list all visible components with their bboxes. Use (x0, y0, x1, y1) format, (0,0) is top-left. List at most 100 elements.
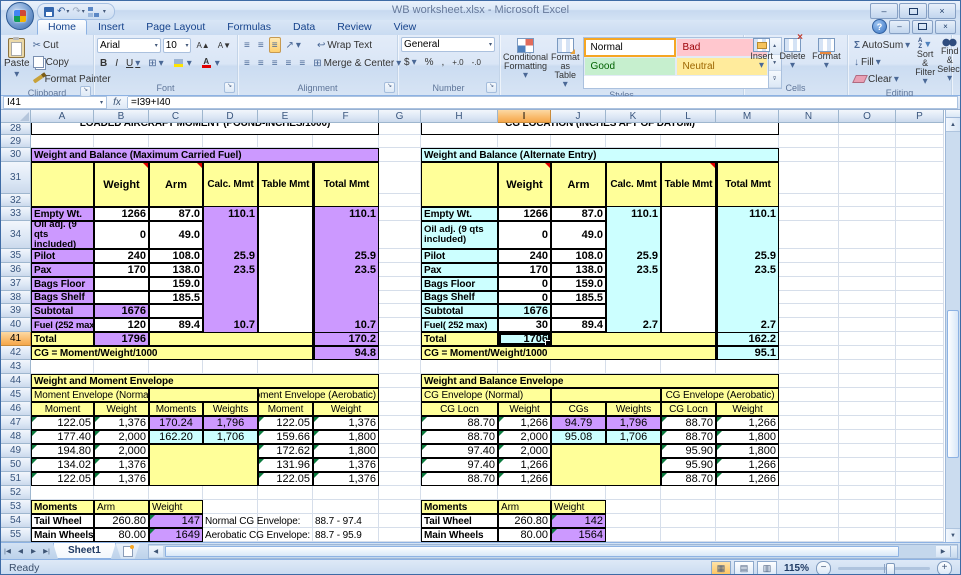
cell-L47[interactable]: 88.70 (661, 416, 716, 430)
wrap-text-button[interactable]: ↩Wrap Text (314, 37, 375, 53)
shrink-font-button[interactable]: A▼ (215, 37, 234, 53)
column-header-F[interactable]: F (313, 110, 379, 123)
cell-H44[interactable]: Weight and Balance Envelope (421, 374, 779, 388)
cell-E47[interactable]: 122.05 (258, 416, 313, 430)
cell-B41[interactable]: 1796 (94, 332, 149, 346)
cell-M36[interactable]: 23.5 (716, 263, 779, 277)
cell-I43[interactable] (498, 360, 551, 374)
cell-G34[interactable] (379, 221, 421, 249)
decrease-decimal-button[interactable]: -.0 (469, 54, 484, 70)
cell-C34[interactable]: 49.0 (149, 221, 203, 249)
percent-style-button[interactable]: % (422, 54, 437, 70)
cell-H39[interactable]: Subtotal (421, 304, 498, 318)
cell-P38[interactable] (896, 291, 944, 304)
decrease-indent-button[interactable]: ≡ (283, 55, 295, 71)
underline-button[interactable]: U▾ (123, 55, 143, 71)
middle-align-button[interactable]: ≡ (255, 37, 267, 53)
column-header-C[interactable]: C (149, 110, 203, 123)
cell-O34[interactable] (839, 221, 896, 249)
cell-M55[interactable] (716, 528, 779, 542)
cell-A42[interactable]: CG = Moment/Weight/1000 (31, 346, 313, 360)
cell-H40[interactable]: Fuel( 252 max) (421, 318, 498, 332)
cell-F31[interactable]: Total Mmt (313, 162, 379, 207)
cell-H35[interactable]: Pilot (421, 249, 498, 263)
cell-P34[interactable] (896, 221, 944, 249)
cell-F36[interactable]: 23.5 (313, 263, 379, 277)
cell-H28[interactable]: CG LOCATION (INCHES AFT OF DATUM) (421, 123, 779, 135)
cell-I54[interactable]: 260.80 (498, 514, 551, 528)
cell-N42[interactable] (779, 346, 839, 360)
horizontal-scroll-track[interactable] (163, 546, 936, 557)
cell-P28[interactable] (896, 123, 944, 135)
cell-F39[interactable] (313, 304, 379, 318)
cell-F37[interactable] (313, 277, 379, 291)
cell-P42[interactable] (896, 346, 944, 360)
cell-O41[interactable] (839, 332, 896, 346)
cell-D55[interactable]: Aerobatic CG Envelope: (203, 528, 313, 542)
horizontal-split-handle[interactable] (950, 546, 957, 557)
cell-F55[interactable]: 88.7 - 95.9 (313, 528, 379, 542)
cell-M47[interactable]: 1,266 (716, 416, 779, 430)
cell-I37[interactable]: 0 (498, 277, 551, 291)
cell-D37[interactable] (203, 277, 258, 291)
cell-N43[interactable] (779, 360, 839, 374)
cell-F52[interactable] (313, 486, 379, 500)
format-cells-button[interactable]: Format ▾ (812, 37, 841, 82)
row-header-51[interactable]: 51 (1, 472, 31, 486)
cell-N53[interactable] (779, 500, 839, 514)
cell-G45[interactable] (379, 388, 421, 402)
cell-P35[interactable] (896, 249, 944, 263)
cell-O54[interactable] (839, 514, 896, 528)
cell-C45[interactable] (149, 388, 258, 402)
cell-E31[interactable]: Table Mmt (258, 162, 313, 207)
cell-G51[interactable] (379, 472, 421, 486)
next-sheet-button[interactable]: ▶ (27, 545, 40, 558)
cell-A31[interactable] (31, 162, 94, 207)
cell-O38[interactable] (839, 291, 896, 304)
cell-C54[interactable]: 147 (149, 514, 203, 528)
cell-J31[interactable]: Arm (551, 162, 606, 207)
cell-L31[interactable]: Table Mmt (661, 162, 716, 207)
autosum-button[interactable]: ΣAutoSum▾ (851, 37, 913, 53)
cell-H41[interactable]: Total (421, 332, 498, 346)
column-header-M[interactable]: M (716, 110, 779, 123)
cell-B47[interactable]: 1,376 (94, 416, 149, 430)
cell-C38[interactable]: 185.5 (149, 291, 203, 304)
cell-J47[interactable]: 94.79 (551, 416, 606, 430)
cell-I29[interactable] (498, 135, 551, 148)
cell-F35[interactable]: 25.9 (313, 249, 379, 263)
cell-E40[interactable] (258, 318, 313, 332)
cell-H52[interactable] (421, 486, 498, 500)
cell-D54[interactable]: Normal CG Envelope: (203, 514, 313, 528)
cell-N44[interactable] (779, 374, 839, 388)
zoom-slider[interactable] (838, 567, 930, 570)
row-header-44[interactable]: 44 (1, 374, 31, 388)
cell-G48[interactable] (379, 430, 421, 444)
scroll-left-button[interactable]: ◀ (149, 546, 163, 557)
cell-E50[interactable]: 131.96 (258, 458, 313, 472)
cell-N31[interactable] (779, 162, 839, 194)
vertical-scroll-thumb[interactable] (947, 310, 959, 458)
cell-O48[interactable] (839, 430, 896, 444)
column-header-H[interactable]: H (421, 110, 498, 123)
cell-E49[interactable]: 172.62 (258, 444, 313, 458)
cell-A36[interactable]: Pax (31, 263, 94, 277)
cell-C31[interactable]: Arm (149, 162, 203, 207)
cell-A51[interactable]: 122.05 (31, 472, 94, 486)
cell-P45[interactable] (896, 388, 944, 402)
cell-G44[interactable] (379, 374, 421, 388)
cell-J45[interactable] (551, 388, 661, 402)
cell-I51[interactable]: 1,266 (498, 472, 551, 486)
cell-N46[interactable] (779, 402, 839, 416)
ribbon-tab-formulas[interactable]: Formulas (216, 19, 282, 35)
row-header-31[interactable]: 31 (1, 162, 31, 194)
cell-N48[interactable] (779, 430, 839, 444)
cell-E33[interactable] (258, 207, 313, 221)
number-format-select[interactable]: General▾ (401, 37, 495, 52)
format-as-table-button[interactable]: Format as Table ▾ (551, 37, 580, 89)
cell-F47[interactable]: 1,376 (313, 416, 379, 430)
cell-F49[interactable]: 1,800 (313, 444, 379, 458)
cell-D35[interactable]: 25.9 (203, 249, 258, 263)
cell-G46[interactable] (379, 402, 421, 416)
cell-A40[interactable]: Fuel (252 max) (31, 318, 94, 332)
